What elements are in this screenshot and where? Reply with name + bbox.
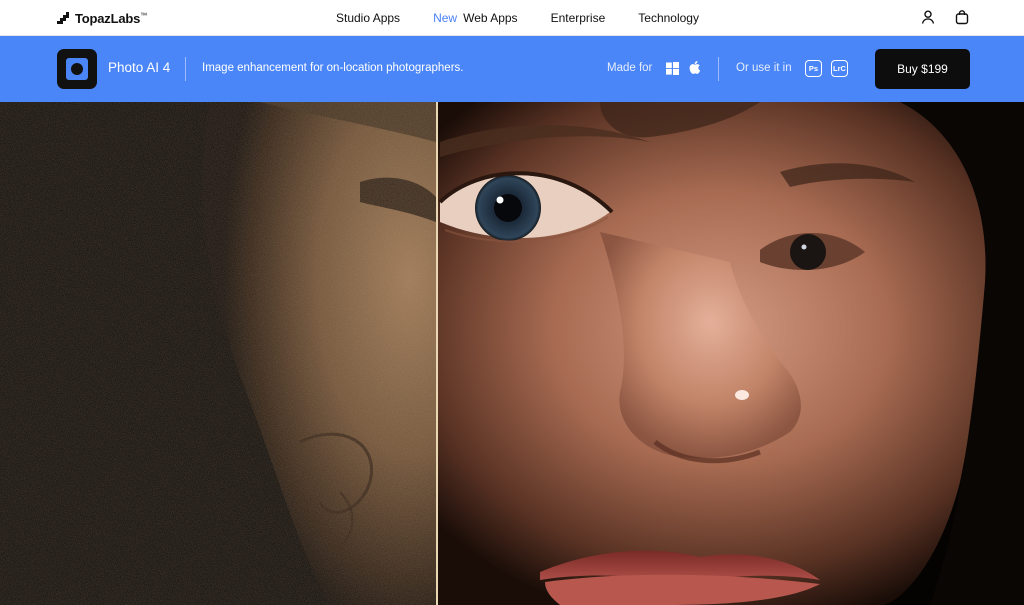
divider — [185, 57, 186, 81]
comparison-slider-handle[interactable] — [436, 102, 438, 605]
photoshop-plugin-icon[interactable]: Ps — [805, 60, 822, 77]
new-badge: New — [433, 11, 458, 25]
product-name: Photo AI 4 — [108, 60, 171, 75]
buy-label: Buy — [897, 62, 918, 76]
nav-technology[interactable]: Technology — [638, 11, 699, 25]
photo-ai-app-icon — [57, 49, 97, 89]
nav-studio-apps[interactable]: Studio Apps — [336, 11, 400, 25]
portrait-comparison-image — [0, 102, 1024, 605]
product-tagline: Image enhancement for on-location photog… — [202, 62, 464, 74]
nav-web-apps[interactable]: New Web Apps — [433, 11, 518, 25]
top-navigation: TopazLabs™ Studio Apps New Web Apps Enter… — [0, 0, 1024, 36]
or-use-it-in-label: Or use it in — [736, 62, 792, 74]
apple-icon — [689, 61, 701, 74]
lightroom-classic-plugin-icon[interactable]: LrC — [831, 60, 848, 77]
nav-web-apps-label: Web Apps — [463, 11, 518, 25]
nav-icons — [920, 9, 970, 25]
nav-enterprise[interactable]: Enterprise — [551, 11, 606, 25]
user-icon[interactable] — [920, 9, 936, 25]
divider — [718, 57, 719, 81]
logo-mark-icon — [57, 12, 69, 24]
buy-button[interactable]: Buy $199 — [875, 49, 970, 89]
made-for-label: Made for — [607, 62, 653, 74]
shopping-bag-icon[interactable] — [954, 9, 970, 25]
buy-price: $199 — [921, 62, 948, 76]
topaz-labs-logo[interactable]: TopazLabs™ — [57, 10, 147, 26]
before-after-comparison[interactable] — [0, 102, 1024, 605]
main-nav-links: Studio Apps New Web Apps Enterprise Techn… — [336, 0, 732, 36]
windows-icon — [666, 62, 679, 75]
product-banner: Photo AI 4 Image enhancement for on-loca… — [0, 36, 1024, 102]
logo-text: TopazLabs™ — [75, 10, 147, 26]
